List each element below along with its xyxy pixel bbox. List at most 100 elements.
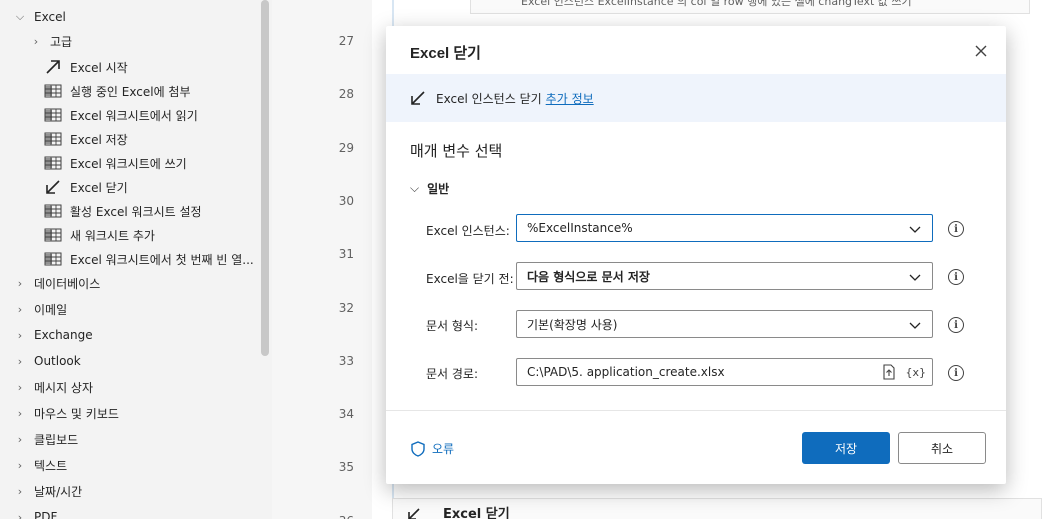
- document-format-dropdown[interactable]: 기본(확장명 사용): [516, 310, 933, 338]
- dropdown-value: 다음 형식으로 문서 저장: [527, 269, 650, 284]
- param-label-document-path: 문서 경로:: [426, 367, 479, 381]
- tree-group-label: Outlook: [34, 354, 81, 368]
- arrow-down-left-icon: [408, 508, 420, 519]
- action-item[interactable]: Excel 닫기: [44, 176, 128, 198]
- info-icon[interactable]: i: [948, 317, 964, 333]
- chevron-down-icon: [909, 226, 921, 233]
- close-excel-dialog: Excel 닫기 Excel 인스턴스 닫기 추가 정보 매개 변수 선택 ⌵ 일…: [386, 26, 1006, 484]
- info-icon[interactable]: i: [948, 221, 964, 237]
- errors-label: 오류: [432, 442, 455, 456]
- action-label: 실행 중인 Excel에 첨부: [70, 84, 191, 99]
- description-text: Excel 인스턴스 닫기: [436, 91, 542, 106]
- param-label-before-close: Excel을 닫기 전:: [426, 272, 514, 286]
- actions-panel: ⌵ Excel › 고급 Excel 시작실행 중인 Excel에 첨부 Exce…: [0, 0, 272, 519]
- line-number: 28: [338, 87, 354, 102]
- tree-group-label: 텍스트: [34, 458, 68, 473]
- action-label: Excel 워크시트에서 읽기: [70, 108, 198, 123]
- tree-group[interactable]: › Outlook: [14, 350, 81, 372]
- param-label-excel-instance: Excel 인스턴스:: [426, 224, 510, 238]
- errors-button[interactable]: 오류: [410, 440, 454, 457]
- tree-group[interactable]: › 클립보드: [14, 428, 78, 450]
- chevron-right-icon: ›: [17, 406, 23, 420]
- excel-action-icon: [44, 203, 62, 219]
- info-icon[interactable]: i: [948, 365, 964, 381]
- line-number: 29: [338, 140, 354, 155]
- flow-step-card[interactable]: Excel 인스턴스 ExcelInstance 의 col 열 row 행에 …: [470, 0, 1030, 14]
- line-number: 31: [338, 247, 354, 262]
- flow-step-title: Excel 닫기: [443, 507, 510, 519]
- tree-group-label: 날짜/시간: [34, 484, 83, 499]
- chevron-right-icon: ›: [17, 510, 23, 519]
- excel-action-icon: [44, 131, 62, 147]
- file-upload-icon[interactable]: [881, 364, 897, 380]
- excel-action-icon: [44, 155, 62, 171]
- flow-step-card[interactable]: Excel 닫기: [392, 498, 1042, 519]
- tree-group[interactable]: › 데이터베이스: [14, 272, 100, 294]
- dropdown-value: %ExcelInstance%: [527, 221, 633, 235]
- tree-group-label: Excel: [34, 10, 66, 24]
- action-item[interactable]: Excel 워크시트에 쓰기: [44, 152, 187, 174]
- chevron-right-icon: ›: [17, 432, 23, 446]
- action-item[interactable]: 실행 중인 Excel에 첨부: [44, 80, 191, 102]
- shield-icon: [411, 440, 425, 457]
- excel-action-icon: [44, 251, 62, 267]
- param-group-general[interactable]: ⌵ 일반: [410, 180, 449, 197]
- action-item[interactable]: Excel 워크시트에서 첫 번째 빈 열...: [44, 248, 254, 270]
- arrow-up-right-icon: [44, 59, 62, 75]
- chevron-down-icon: ⌵: [410, 181, 420, 195]
- line-number: 32: [338, 300, 354, 315]
- tree-group[interactable]: › 날짜/시간: [14, 480, 82, 502]
- line-number: 33: [338, 353, 354, 368]
- dialog-description: Excel 인스턴스 닫기 추가 정보: [436, 90, 594, 107]
- chevron-right-icon: ›: [33, 34, 39, 48]
- line-number: 36: [330, 514, 354, 519]
- variable-button[interactable]: {x}: [905, 366, 926, 379]
- action-label: Excel 저장: [70, 132, 128, 147]
- chevron-down-icon: ⌵: [15, 10, 25, 23]
- info-icon[interactable]: i: [948, 269, 964, 285]
- param-group-label: 일반: [427, 182, 450, 196]
- line-number: 34: [338, 407, 354, 422]
- chevron-right-icon: ›: [17, 328, 23, 342]
- tree-group[interactable]: › 텍스트: [14, 454, 67, 476]
- tree-group-excel[interactable]: ⌵ Excel: [14, 6, 66, 28]
- dialog-title: Excel 닫기: [410, 45, 481, 62]
- tree-group-label: Exchange: [34, 328, 93, 342]
- arrow-down-left-icon: [411, 91, 425, 105]
- more-info-link[interactable]: 추가 정보: [546, 92, 594, 106]
- tree-group[interactable]: › Exchange: [14, 324, 93, 346]
- save-button[interactable]: 저장: [802, 432, 890, 464]
- tree-group[interactable]: › 메시지 상자: [14, 376, 93, 398]
- action-label: Excel 닫기: [70, 180, 128, 195]
- flow-step-text: Excel 인스턴스 ExcelInstance 의 col 열 row 행에 …: [521, 0, 912, 8]
- excel-action-icon: [44, 227, 62, 243]
- chevron-right-icon: ›: [17, 458, 23, 472]
- action-label: 새 워크시트 추가: [70, 228, 155, 243]
- action-item[interactable]: Excel 저장: [44, 128, 128, 150]
- tree-group[interactable]: › PDF: [14, 506, 58, 519]
- actions-panel-scrollbar[interactable]: [261, 0, 269, 356]
- action-item[interactable]: 활성 Excel 워크시트 설정: [44, 200, 202, 222]
- action-item[interactable]: 새 워크시트 추가: [44, 224, 155, 246]
- input-actions: {x}: [881, 364, 926, 380]
- action-label: Excel 워크시트에서 첫 번째 빈 열...: [70, 252, 254, 267]
- document-path-input[interactable]: C:\PAD\5. application_create.xlsx {x}: [516, 358, 933, 386]
- close-icon: [975, 45, 987, 57]
- chevron-right-icon: ›: [17, 302, 23, 316]
- tree-group[interactable]: › 이메일: [14, 298, 67, 320]
- before-close-dropdown[interactable]: 다음 형식으로 문서 저장: [516, 262, 933, 290]
- tree-group-label: 데이터베이스: [34, 276, 101, 291]
- cancel-button[interactable]: 취소: [898, 432, 986, 464]
- close-button[interactable]: [970, 40, 992, 62]
- excel-instance-dropdown[interactable]: %ExcelInstance%: [516, 214, 933, 242]
- tree-group-advanced[interactable]: › 고급: [30, 30, 72, 52]
- action-item[interactable]: Excel 시작: [44, 56, 128, 78]
- excel-action-icon: [44, 83, 62, 99]
- action-item[interactable]: Excel 워크시트에서 읽기: [44, 104, 198, 126]
- chevron-right-icon: ›: [17, 380, 23, 394]
- tree-group-label: 이메일: [34, 302, 68, 317]
- tree-group-label: 메시지 상자: [34, 380, 94, 395]
- chevron-right-icon: ›: [17, 354, 23, 368]
- chevron-down-icon: [909, 274, 921, 281]
- tree-group[interactable]: › 마우스 및 키보드: [14, 402, 119, 424]
